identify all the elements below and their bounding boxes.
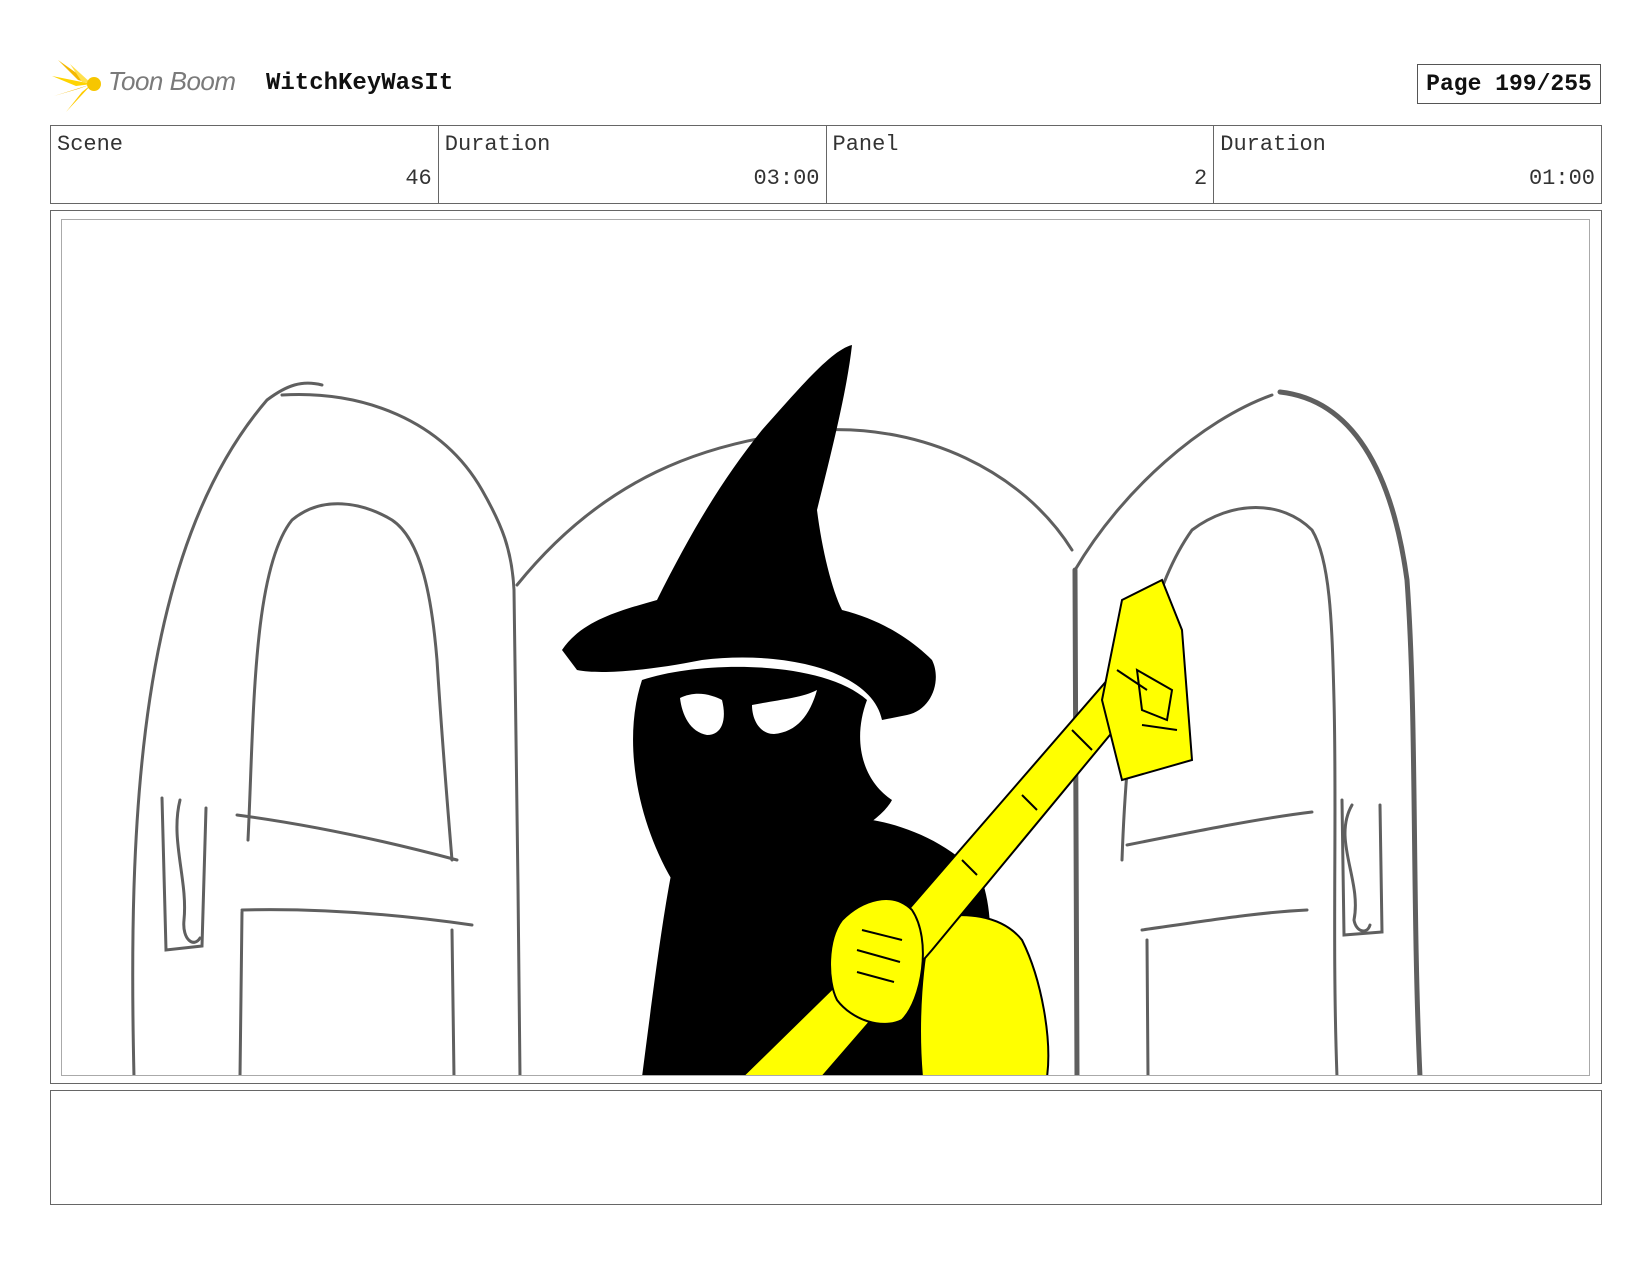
scene-duration-cell: Duration 03:00 xyxy=(439,126,827,203)
scene-label: Scene xyxy=(57,132,124,157)
scene-cell: Scene 46 xyxy=(51,126,439,203)
scene-info-table: Scene 46 Duration 03:00 Panel 2 Duration… xyxy=(50,125,1602,204)
panel-duration-cell: Duration 01:00 xyxy=(1214,126,1601,203)
panel-drawing xyxy=(131,345,1423,1075)
scene-duration-label: Duration xyxy=(444,132,551,157)
project-title: WitchKeyWasIt xyxy=(266,70,454,97)
logo-text: Toon Boom xyxy=(108,66,236,96)
storyboard-panel xyxy=(50,210,1602,1084)
panel-label: Panel xyxy=(832,132,899,157)
panel-duration-label: Duration xyxy=(1220,132,1326,157)
panel-value: 2 xyxy=(1194,166,1208,191)
panel-image-area xyxy=(61,219,1590,1076)
toon-boom-logo: Toon Boom xyxy=(52,56,252,114)
scene-value: 46 xyxy=(405,166,432,191)
page-counter: Page 199/255 xyxy=(1417,64,1601,104)
panel-notes-box xyxy=(50,1090,1602,1205)
panel-cell: Panel 2 xyxy=(827,126,1215,203)
starburst-icon xyxy=(52,60,101,112)
scene-duration-value: 03:00 xyxy=(753,166,820,191)
panel-duration-value: 01:00 xyxy=(1528,166,1595,191)
